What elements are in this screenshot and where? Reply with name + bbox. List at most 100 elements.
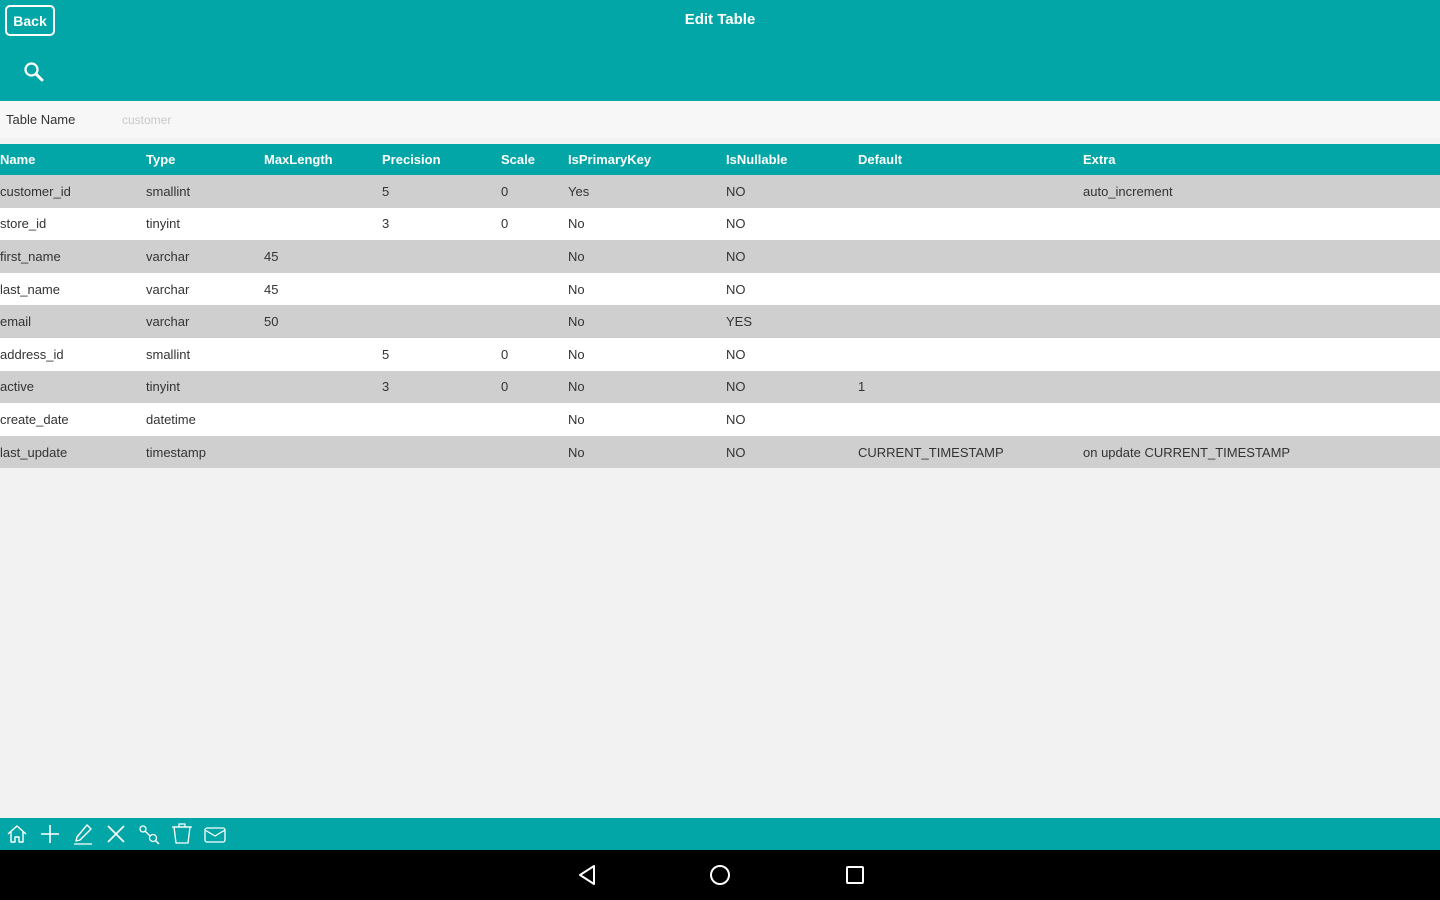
column-header-name[interactable]: Name bbox=[0, 144, 146, 175]
key-search-icon[interactable] bbox=[136, 821, 162, 847]
cell-maxlength bbox=[264, 338, 382, 371]
column-header-isprimarykey[interactable]: IsPrimaryKey bbox=[568, 144, 726, 175]
cell-type: varchar bbox=[146, 248, 190, 264]
column-header-scale[interactable]: Scale bbox=[501, 144, 568, 175]
cell-default bbox=[858, 305, 1083, 338]
cell-maxlength: 45 bbox=[264, 281, 279, 297]
table-row[interactable]: store_id tinyint 3 0 No NO bbox=[0, 207, 1440, 241]
table-row[interactable]: active tinyint 3 0 No NO 1 bbox=[0, 370, 1440, 404]
cell-maxlength bbox=[264, 371, 382, 404]
table-name-row: Table Name bbox=[0, 101, 1440, 138]
table-row[interactable]: email varchar 50 No YES bbox=[0, 305, 1440, 338]
home-icon[interactable] bbox=[4, 821, 30, 847]
cell-maxlength bbox=[264, 403, 382, 436]
cell-default bbox=[858, 175, 1083, 208]
recents-square-icon[interactable] bbox=[842, 862, 868, 888]
cell-scale: 0 bbox=[501, 379, 509, 395]
column-header-extra[interactable]: Extra bbox=[1083, 144, 1440, 175]
cell-default bbox=[858, 338, 1083, 371]
cell-maxlength bbox=[264, 175, 382, 208]
cell-precision: 5 bbox=[382, 183, 390, 199]
cell-scale bbox=[501, 273, 568, 306]
table-header-row: Name Type MaxLength Precision Scale IsPr… bbox=[0, 144, 1440, 175]
cell-isnullable: NO bbox=[726, 281, 746, 297]
cell-scale bbox=[501, 240, 568, 273]
cell-type: tinyint bbox=[146, 379, 180, 395]
cell-extra bbox=[1083, 371, 1440, 404]
cell-scale bbox=[501, 436, 568, 469]
cell-isnullable: NO bbox=[726, 379, 746, 395]
table-name-input[interactable] bbox=[112, 105, 1432, 134]
cell-precision: 3 bbox=[382, 379, 390, 395]
cell-extra bbox=[1083, 338, 1440, 371]
clear-icon[interactable] bbox=[169, 821, 195, 847]
table-row[interactable]: customer_id smallint 5 0 Yes NO auto_inc… bbox=[0, 175, 1440, 208]
home-circle-icon[interactable] bbox=[707, 862, 733, 888]
cell-default bbox=[858, 403, 1083, 436]
cell-isprimarykey: No bbox=[568, 444, 585, 460]
cell-default: 1 bbox=[858, 379, 866, 395]
table-row[interactable]: last_update timestamp No NO CURRENT_TIME… bbox=[0, 435, 1440, 469]
column-header-precision[interactable]: Precision bbox=[382, 144, 501, 175]
cell-precision: 5 bbox=[382, 346, 390, 362]
cell-isprimarykey: Yes bbox=[568, 183, 590, 199]
cell-name: customer_id bbox=[0, 183, 71, 199]
cell-precision bbox=[382, 273, 501, 306]
cell-extra: auto_increment bbox=[1083, 183, 1173, 199]
add-icon[interactable] bbox=[37, 821, 63, 847]
cell-type: varchar bbox=[146, 314, 190, 330]
cell-name: last_name bbox=[0, 281, 60, 297]
cell-precision bbox=[382, 305, 501, 338]
cell-scale: 0 bbox=[501, 346, 509, 362]
table-row[interactable]: first_name varchar 45 No NO bbox=[0, 240, 1440, 273]
cell-maxlength: 50 bbox=[264, 314, 279, 330]
cell-name: email bbox=[0, 314, 32, 330]
cell-extra bbox=[1083, 273, 1440, 306]
cell-isprimarykey: No bbox=[568, 379, 585, 395]
app-header: Back Edit Table bbox=[0, 0, 1440, 101]
cell-default bbox=[858, 273, 1083, 306]
cell-isnullable: NO bbox=[726, 346, 746, 362]
cell-default: CURRENT_TIMESTAMP bbox=[858, 444, 1004, 460]
cell-isnullable: NO bbox=[726, 411, 746, 427]
page-title: Edit Table bbox=[684, 11, 756, 28]
cell-name: first_name bbox=[0, 248, 61, 264]
cell-type: varchar bbox=[146, 281, 190, 297]
search-icon[interactable] bbox=[22, 60, 46, 84]
cell-type: smallint bbox=[146, 183, 191, 199]
cell-scale: 0 bbox=[501, 216, 509, 232]
cell-default bbox=[858, 240, 1083, 273]
cell-extra bbox=[1083, 403, 1440, 436]
column-header-type[interactable]: Type bbox=[146, 144, 264, 175]
mail-icon[interactable] bbox=[202, 821, 228, 847]
cell-isprimarykey: No bbox=[568, 248, 585, 264]
cell-extra bbox=[1083, 240, 1440, 273]
cell-isnullable: NO bbox=[726, 183, 746, 199]
cell-isnullable: YES bbox=[726, 314, 753, 330]
column-header-maxlength[interactable]: MaxLength bbox=[264, 144, 382, 175]
cell-maxlength: 45 bbox=[264, 248, 279, 264]
cell-isprimarykey: No bbox=[568, 281, 585, 297]
cell-precision bbox=[382, 240, 501, 273]
back-triangle-icon[interactable] bbox=[574, 862, 600, 888]
edit-icon[interactable] bbox=[70, 821, 96, 847]
cell-type: timestamp bbox=[146, 444, 206, 460]
cell-type: datetime bbox=[146, 411, 196, 427]
cell-type: tinyint bbox=[146, 216, 180, 232]
cell-name: active bbox=[0, 379, 34, 395]
column-header-isnullable[interactable]: IsNullable bbox=[726, 144, 858, 175]
delete-icon[interactable] bbox=[103, 821, 129, 847]
column-header-default[interactable]: Default bbox=[858, 144, 1083, 175]
table-name-label: Table Name bbox=[6, 112, 76, 127]
cell-extra bbox=[1083, 305, 1440, 338]
table-row[interactable]: create_date datetime No NO bbox=[0, 403, 1440, 436]
cell-precision bbox=[382, 436, 501, 469]
cell-isnullable: NO bbox=[726, 216, 746, 232]
cell-extra: on update CURRENT_TIMESTAMP bbox=[1083, 444, 1291, 460]
cell-isnullable: NO bbox=[726, 444, 746, 460]
cell-isprimarykey: No bbox=[568, 346, 585, 362]
table-row[interactable]: last_name varchar 45 No NO bbox=[0, 272, 1440, 306]
cell-name: create_date bbox=[0, 411, 69, 427]
cell-name: address_id bbox=[0, 346, 64, 362]
table-row[interactable]: address_id smallint 5 0 No NO bbox=[0, 337, 1440, 371]
